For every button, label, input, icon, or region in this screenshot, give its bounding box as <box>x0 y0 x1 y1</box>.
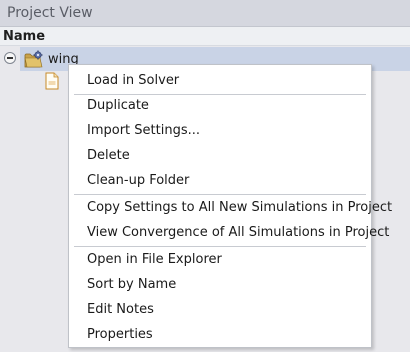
menu-item-duplicate[interactable]: Duplicate <box>69 93 371 118</box>
menu-item-open-in-file-explorer[interactable]: Open in File Explorer <box>69 247 371 272</box>
collapse-icon[interactable] <box>4 52 16 64</box>
context-menu: Load in Solver Duplicate Import Settings… <box>68 64 392 348</box>
column-header-name[interactable]: Name <box>0 27 410 46</box>
menu-item-load-in-solver[interactable]: Load in Solver <box>69 68 371 93</box>
menu-item-view-convergence[interactable]: View Convergence of All Simulations in P… <box>69 220 389 245</box>
menu-item-copy-settings[interactable]: Copy Settings to All New Simulations in … <box>69 195 392 220</box>
menu-item-import-settings[interactable]: Import Settings... <box>69 118 371 143</box>
menu-item-clean-up-folder[interactable]: Clean-up Folder <box>69 168 371 193</box>
text-file-icon[interactable] <box>45 72 59 90</box>
menu-item-sort-by-name[interactable]: Sort by Name <box>69 272 371 297</box>
panel-title: Project View <box>0 0 410 27</box>
folder-gear-icon <box>24 50 43 68</box>
menu-item-edit-notes[interactable]: Edit Notes <box>69 297 371 322</box>
menu-item-properties[interactable]: Properties <box>69 322 371 347</box>
menu-item-delete[interactable]: Delete <box>69 143 371 168</box>
